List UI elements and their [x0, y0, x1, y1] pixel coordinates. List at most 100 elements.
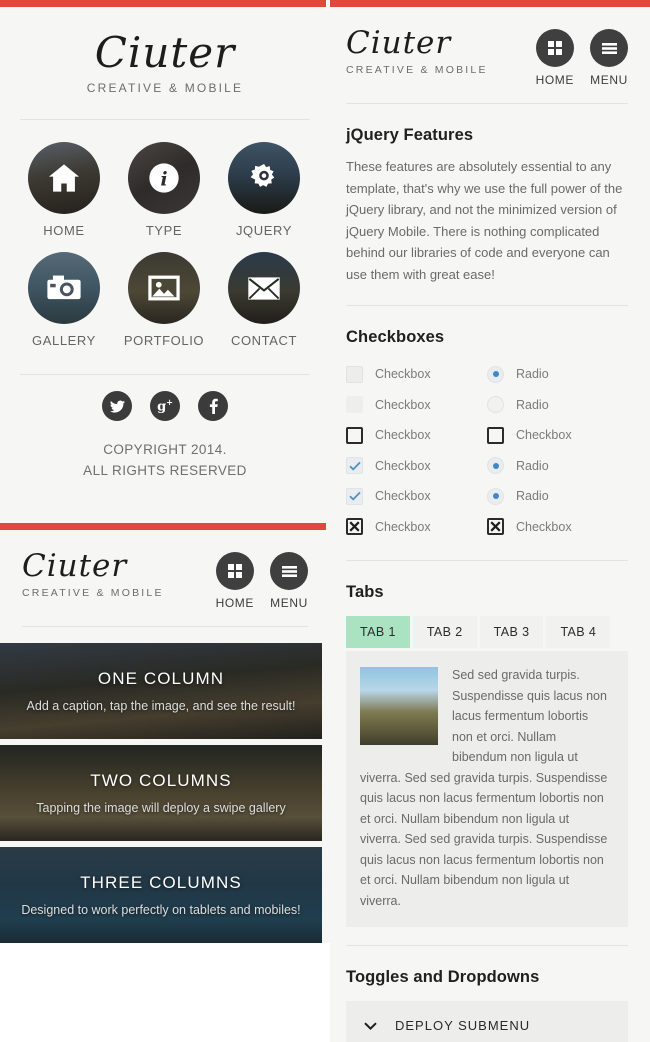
checkbox-x-icon[interactable]	[487, 518, 504, 536]
brand-tagline: CREATIVE & MOBILE	[86, 81, 244, 95]
tabs-title: Tabs	[346, 583, 384, 601]
grid-icon[interactable]	[535, 29, 574, 67]
banner-one-column[interactable]: ONE COLUMN Add a caption, tap the image,…	[0, 643, 322, 739]
radio-row[interactable]: Radio	[487, 359, 628, 390]
checkbox-row[interactable]: Checkbox	[487, 512, 628, 543]
radio-icon[interactable]	[487, 457, 504, 475]
image-icon	[148, 275, 180, 301]
checkbox-label: Checkbox	[375, 428, 431, 443]
checkbox-icon[interactable]	[346, 365, 363, 383]
tab-2[interactable]: TAB 2	[412, 616, 477, 648]
checkbox-label: Checkbox	[375, 519, 431, 534]
radio-row[interactable]: Radio	[487, 451, 628, 482]
banner-two-columns[interactable]: TWO COLUMNS Tapping the image will deplo…	[0, 745, 322, 841]
tab-4[interactable]: TAB 4	[546, 616, 611, 648]
deploy-submenu-label: DEPLOY SUBMENU	[395, 1017, 531, 1033]
tab-1[interactable]: TAB 1	[346, 616, 410, 648]
icon-label: HOME	[43, 223, 85, 238]
jquery-thumb[interactable]	[228, 142, 300, 214]
banner-scrim	[0, 847, 322, 943]
facebook-icon[interactable]	[198, 391, 228, 421]
nav-actions: HOME MENU	[536, 25, 628, 87]
type-thumb[interactable]: i	[128, 142, 200, 214]
tab-thumbnail-image[interactable]	[360, 667, 438, 745]
checkbox-checked-icon[interactable]	[346, 457, 363, 475]
features-title: jQuery Features	[346, 126, 474, 144]
svg-text:i: i	[160, 168, 167, 190]
tab-3[interactable]: TAB 3	[479, 616, 544, 648]
radio-dot	[492, 462, 499, 469]
icon-cell-portfolio[interactable]: PORTFOLIO	[114, 252, 214, 348]
icon-cell-type[interactable]: i TYPE	[114, 142, 214, 238]
icon-label: GALLERY	[32, 333, 96, 348]
icon-cell-contact[interactable]: CONTACT	[214, 252, 314, 348]
radio-row[interactable]: Radio	[487, 481, 628, 512]
icon-label: PORTFOLIO	[123, 333, 205, 348]
grid-divider	[20, 374, 310, 375]
banner-caption: Add a caption, tap the image, and see th…	[26, 699, 296, 713]
icon-cell-jquery[interactable]: JQUERY	[214, 142, 314, 238]
google-plus-icon[interactable]: g+	[150, 391, 180, 421]
banner-scrim	[0, 643, 322, 739]
nav-home-button[interactable]: HOME	[216, 552, 254, 610]
banner-scrim	[0, 745, 322, 841]
right-header: Ciuter CREATIVE & MOBILE HOME MENU	[330, 7, 650, 87]
left-menu-panel: Ciuter CREATIVE & MOBILE HOME i TYPE JQU…	[0, 0, 330, 523]
tabs-section: Tabs TAB 1 TAB 2 TAB 3 TAB 4 Sed sed gra…	[330, 583, 650, 927]
radio-row[interactable]: Radio	[487, 390, 628, 421]
icon-cell-home[interactable]: HOME	[14, 142, 114, 238]
radio-dot	[492, 371, 499, 378]
brand-name: Ciuter	[346, 25, 452, 61]
checkbox-row[interactable]: Checkbox	[346, 359, 487, 390]
checkbox-icon[interactable]	[346, 396, 363, 414]
checkbox-row[interactable]: Checkbox	[487, 420, 628, 451]
portfolio-thumb[interactable]	[128, 252, 200, 324]
left-small-header: Ciuter CREATIVE & MOBILE HOME MENU	[0, 530, 330, 610]
right-header-divider	[346, 103, 628, 104]
twitter-icon[interactable]	[102, 391, 132, 421]
nav-menu-button[interactable]: MENU	[590, 29, 628, 87]
gallery-thumb[interactable]	[28, 252, 100, 324]
grid-icon[interactable]	[215, 552, 254, 590]
checkbox-label: Checkbox	[375, 397, 431, 412]
checkbox-row[interactable]: Checkbox	[346, 390, 487, 421]
contact-thumb[interactable]	[228, 252, 300, 324]
radio-icon[interactable]	[487, 396, 504, 414]
features-body: These features are absolutely essential …	[346, 159, 623, 282]
nav-menu-button[interactable]: MENU	[270, 552, 308, 610]
radio-label: Radio	[516, 458, 549, 473]
checkbox-grid: Checkbox Radio Checkbox Radio Checkbox C…	[346, 359, 628, 542]
radio-icon[interactable]	[487, 365, 504, 383]
brand-block: Ciuter CREATIVE & MOBILE	[346, 25, 536, 76]
gear-icon	[250, 164, 275, 187]
checkbox-icon[interactable]	[346, 426, 363, 444]
brand-name: Ciuter	[94, 28, 236, 77]
checkbox-row[interactable]: Checkbox	[346, 451, 487, 482]
checkbox-label: Checkbox	[516, 519, 572, 534]
checkboxes-divider	[346, 560, 628, 561]
home-icon	[49, 164, 79, 192]
deploy-submenu-row[interactable]: DEPLOY SUBMENU	[346, 1001, 628, 1042]
tabs-divider	[346, 945, 628, 946]
hamburger-icon[interactable]	[590, 29, 628, 67]
checkbox-label: Checkbox	[375, 367, 431, 382]
checkbox-row[interactable]: Checkbox	[346, 481, 487, 512]
right-column: Ciuter CREATIVE & MOBILE HOME MENU jQuer…	[330, 0, 650, 1042]
nav-home-button[interactable]: HOME	[536, 29, 574, 87]
home-thumb[interactable]	[28, 142, 100, 214]
hamburger-icon[interactable]	[270, 552, 308, 590]
checkbox-x-icon[interactable]	[346, 518, 363, 536]
checkbox-icon[interactable]	[487, 426, 504, 444]
checkbox-label: Checkbox	[375, 458, 431, 473]
banner-three-columns[interactable]: THREE COLUMNS Designed to work perfectly…	[0, 847, 322, 943]
checkbox-row[interactable]: Checkbox	[346, 512, 487, 543]
nav-label: MENU	[590, 73, 628, 87]
checkboxes-title: Checkboxes	[346, 328, 445, 346]
banner-title: ONE COLUMN	[97, 669, 225, 688]
left-banners-panel: Ciuter CREATIVE & MOBILE HOME MENU ONE C…	[0, 523, 330, 943]
radio-label: Radio	[516, 489, 549, 504]
checkbox-checked-icon[interactable]	[346, 487, 363, 505]
radio-icon[interactable]	[487, 487, 504, 505]
checkbox-row[interactable]: Checkbox	[346, 420, 487, 451]
icon-cell-gallery[interactable]: GALLERY	[14, 252, 114, 348]
